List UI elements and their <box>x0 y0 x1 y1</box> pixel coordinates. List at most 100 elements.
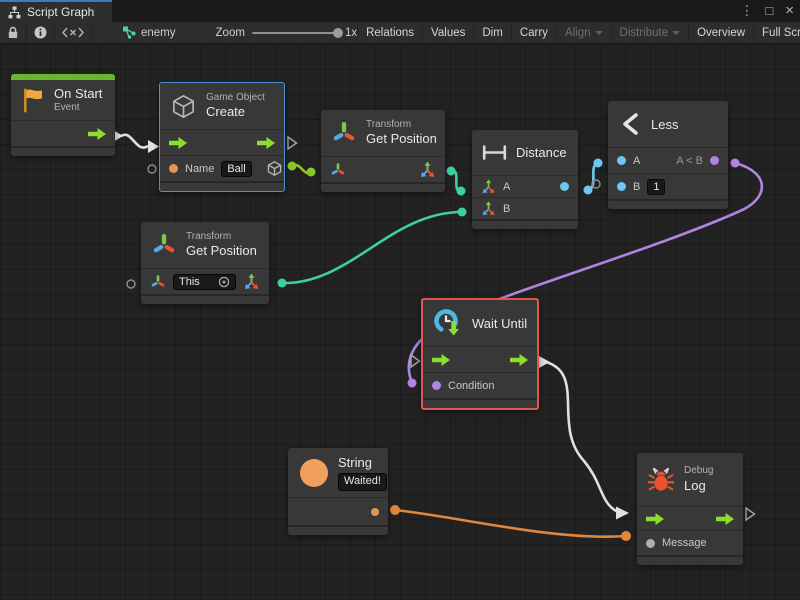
flow-in-icon[interactable] <box>646 513 664 525</box>
node-category: Transform <box>366 119 437 132</box>
node-wait-until[interactable]: Wait Until Condition <box>421 298 539 410</box>
string-output-dot[interactable] <box>371 508 379 516</box>
flow-out-icon[interactable] <box>88 128 106 140</box>
tab-bar: Script Graph ⋮ □ × <box>0 0 800 22</box>
wire-create-getposition[interactable] <box>288 162 316 177</box>
wire-distance-less[interactable] <box>584 159 603 195</box>
distribute-dropdown[interactable]: Distribute <box>611 22 689 43</box>
bool-output-dot[interactable] <box>710 156 719 165</box>
node-get-position-top[interactable]: Transform Get Position <box>321 110 445 192</box>
align-dropdown[interactable]: Align <box>556 22 611 43</box>
values-button[interactable]: Values <box>422 22 473 43</box>
wire-flow-waituntil-log[interactable] <box>538 356 629 520</box>
less-icon <box>618 110 642 138</box>
node-footer <box>423 398 537 408</box>
node-category: Transform <box>186 231 257 244</box>
flow-in-icon[interactable] <box>432 354 450 366</box>
transform-port-icon[interactable] <box>330 162 346 178</box>
vector3-port-icon[interactable] <box>243 273 260 290</box>
transform-port-icon[interactable] <box>150 274 166 290</box>
name-value-field[interactable]: Ball <box>221 161 251 177</box>
node-create-gameobject[interactable]: Game Object Create Name Ball <box>159 82 285 192</box>
fullscreen-button[interactable]: Full Screen <box>753 22 800 43</box>
lock-button[interactable] <box>0 22 27 43</box>
unconnected-flow-create-out <box>288 137 297 149</box>
vector3-port-icon[interactable] <box>481 179 496 194</box>
node-title: Less <box>651 117 678 132</box>
float-port-dot[interactable] <box>617 156 626 165</box>
flow-out-icon[interactable] <box>510 354 528 366</box>
flow-in-icon[interactable] <box>169 137 187 149</box>
node-footer <box>11 146 115 156</box>
float-output-dot[interactable] <box>560 182 569 191</box>
node-title: Get Position <box>366 131 437 147</box>
object-port-dot[interactable] <box>646 539 655 548</box>
wait-clock-icon <box>433 308 463 338</box>
relations-button[interactable]: Relations <box>357 22 422 43</box>
zoom-slider[interactable] <box>252 32 338 34</box>
b-value-field[interactable]: 1 <box>647 179 665 195</box>
wire-string-log[interactable] <box>390 505 631 541</box>
node-footer <box>637 555 743 565</box>
node-footer <box>141 294 269 304</box>
inspect-button[interactable] <box>27 22 55 43</box>
port-label: Name <box>185 163 214 175</box>
bug-icon <box>647 465 675 495</box>
port-label: A <box>503 181 510 193</box>
string-value-field[interactable]: Waited! <box>338 473 387 491</box>
tab-script-graph[interactable]: Script Graph <box>0 0 112 22</box>
chevron-down-icon <box>672 31 680 35</box>
dim-button[interactable]: Dim <box>473 22 510 43</box>
node-distance[interactable]: Distance A <box>472 130 578 229</box>
flow-out-icon[interactable] <box>257 137 275 149</box>
code-icon <box>62 27 84 38</box>
node-string[interactable]: String Waited! <box>288 448 388 535</box>
window-maximize-icon[interactable]: □ <box>765 0 773 22</box>
edit-script-button[interactable] <box>55 22 92 43</box>
graph-canvas[interactable]: On Start Event Game Object <box>0 44 800 600</box>
flow-out-icon[interactable] <box>716 513 734 525</box>
cube-icon <box>170 93 197 120</box>
port-label: Message <box>662 537 707 549</box>
node-title: String <box>338 455 387 471</box>
node-footer <box>160 181 284 191</box>
gameobject-port-icon[interactable] <box>266 160 283 177</box>
node-title: On Start <box>54 86 102 102</box>
target-field[interactable]: This <box>173 274 236 290</box>
string-port-dot[interactable] <box>169 164 178 173</box>
window-menu-icon[interactable]: ⋮ <box>740 0 753 22</box>
unconnected-flow-waituntil-in <box>411 355 420 367</box>
script-graph-window: Script Graph ⋮ □ × <box>0 0 800 600</box>
unconnected-flow-log-out <box>746 508 755 520</box>
graph-toolbar: enemy Zoom 1x Relations Values Dim Carry… <box>0 22 800 44</box>
overview-button[interactable]: Overview <box>688 22 753 43</box>
transform-icon <box>151 232 177 258</box>
node-title: Distance <box>516 145 567 160</box>
node-debug-log[interactable]: Debug Log Message <box>637 453 743 565</box>
object-picker-icon[interactable] <box>218 276 230 288</box>
vector3-port-icon[interactable] <box>481 201 496 216</box>
vector3-port-icon[interactable] <box>419 161 436 178</box>
node-category: Game Object <box>206 92 265 105</box>
tab-title: Script Graph <box>27 5 94 19</box>
node-title: Create <box>206 104 265 120</box>
node-footer <box>288 525 388 535</box>
graph-breadcrumb[interactable]: enemy <box>116 22 182 43</box>
chevron-down-icon <box>595 31 603 35</box>
wire-getposition-distance-b[interactable] <box>278 208 467 288</box>
carry-button[interactable]: Carry <box>511 22 556 43</box>
lock-icon <box>7 26 19 39</box>
result-label: A < B <box>676 155 703 167</box>
bool-port-dot[interactable] <box>432 381 441 390</box>
unconnected-indicator-this <box>127 280 135 288</box>
node-less[interactable]: Less A A < B B 1 <box>608 101 728 209</box>
node-on-start[interactable]: On Start Event <box>11 74 115 156</box>
wire-getposition-distance-a[interactable] <box>447 167 466 196</box>
wire-flow-onstart-create[interactable] <box>113 130 159 153</box>
node-get-position-bottom[interactable]: Transform Get Position This <box>141 222 269 304</box>
graph-name: enemy <box>141 27 176 39</box>
node-footer <box>608 199 728 209</box>
float-port-dot[interactable] <box>617 182 626 191</box>
zoom-slider-handle[interactable] <box>333 28 343 38</box>
window-close-icon[interactable]: × <box>785 0 794 22</box>
